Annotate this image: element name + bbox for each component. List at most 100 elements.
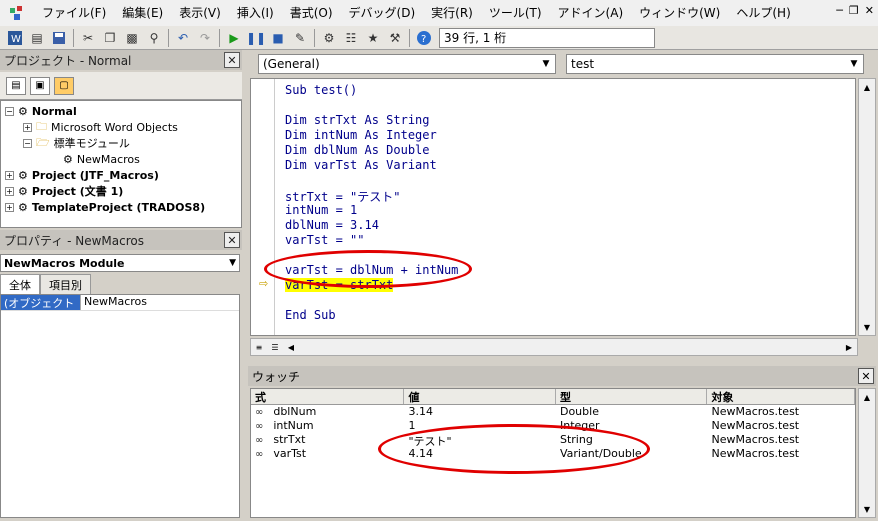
project-pane-toolbar: ▤ ▣ ▢: [0, 72, 242, 100]
chevron-down-icon[interactable]: ▼: [229, 258, 236, 268]
close-icon[interactable]: ✕: [865, 4, 874, 17]
code-line[interactable]: varTst = "": [285, 233, 364, 247]
expand-icon[interactable]: +: [5, 170, 14, 180]
menu-insert[interactable]: 挿入(I): [229, 0, 282, 26]
chevron-down-icon[interactable]: ▼: [847, 57, 861, 71]
menu-debug[interactable]: デバッグ(D): [341, 0, 424, 26]
break-icon[interactable]: ❚❚: [245, 27, 267, 49]
cursor-position-display: 39 行, 1 桁: [439, 27, 655, 48]
current-execution-line[interactable]: varTst = strTxt: [285, 278, 394, 292]
watch-row[interactable]: ∞ strTxt "テスト" String NewMacros.test: [251, 433, 855, 448]
toolbar-separator: [73, 28, 74, 47]
scroll-right-icon[interactable]: ▶: [841, 339, 857, 355]
column-header-type[interactable]: 型: [556, 389, 708, 404]
code-line[interactable]: dblNum = 3.14: [285, 218, 379, 232]
minimize-icon[interactable]: ─: [836, 4, 843, 17]
project-explorer-icon[interactable]: ⚙: [318, 27, 340, 49]
tree-item-standard-modules[interactable]: − 🗁 標準モジュール: [23, 135, 130, 151]
close-icon[interactable]: ✕: [224, 232, 240, 248]
run-icon[interactable]: ▶: [223, 27, 245, 49]
code-line[interactable]: Dim intNum As Integer: [285, 128, 437, 142]
find-icon[interactable]: ⚲: [143, 27, 165, 49]
code-line[interactable]: Sub test(): [285, 83, 357, 97]
tree-item-label: Project (JTF_Macros): [31, 168, 159, 182]
design-mode-icon[interactable]: ✎: [289, 27, 311, 49]
menu-addins[interactable]: アドイン(A): [550, 0, 632, 26]
help-icon[interactable]: ?: [413, 27, 435, 49]
tree-item-document1[interactable]: + ⚙ Project (文書 1): [5, 183, 123, 199]
procedure-view-icon[interactable]: ≡: [251, 339, 267, 355]
close-icon[interactable]: ✕: [224, 52, 240, 68]
code-margin[interactable]: [251, 79, 275, 335]
menu-file[interactable]: ファイル(F): [34, 0, 114, 26]
collapse-icon[interactable]: −: [23, 138, 32, 148]
property-value[interactable]: NewMacros: [81, 295, 147, 310]
view-object-icon[interactable]: ▣: [30, 76, 50, 95]
scroll-down-icon[interactable]: ▼: [859, 319, 875, 335]
object-select[interactable]: NewMacros Module ▼: [0, 254, 240, 272]
toggle-folders-icon[interactable]: ▢: [54, 76, 74, 95]
word-icon[interactable]: W: [4, 27, 26, 49]
tab-alphabetic[interactable]: 全体: [0, 274, 40, 294]
object-combo[interactable]: (General) ▼: [258, 54, 556, 74]
view-code-icon[interactable]: ▤: [6, 76, 26, 95]
vba-app-icon[interactable]: [6, 2, 28, 24]
code-line[interactable]: End Sub: [285, 308, 336, 322]
cut-icon[interactable]: ✂: [77, 27, 99, 49]
toolbox-icon[interactable]: ⚒: [384, 27, 406, 49]
scroll-up-icon[interactable]: ▲: [859, 389, 875, 405]
code-line[interactable]: Dim dblNum As Double: [285, 143, 430, 157]
menu-edit[interactable]: 編集(E): [114, 0, 171, 26]
menu-window[interactable]: ウィンドウ(W): [631, 0, 728, 26]
menu-help[interactable]: ヘルプ(H): [728, 0, 798, 26]
code-vertical-scrollbar[interactable]: ▲ ▼: [858, 78, 876, 336]
restore-icon[interactable]: ❐: [849, 4, 859, 17]
object-browser-icon[interactable]: ★: [362, 27, 384, 49]
code-editor[interactable]: ⇨ Sub test() Dim strTxt As String Dim in…: [250, 78, 856, 336]
full-module-view-icon[interactable]: ☰: [267, 339, 283, 355]
watch-row[interactable]: ∞ intNum 1 Integer NewMacros.test: [251, 419, 855, 433]
scroll-up-icon[interactable]: ▲: [859, 79, 875, 95]
scroll-left-icon[interactable]: ◀: [283, 339, 299, 355]
expand-icon[interactable]: +: [5, 186, 14, 196]
tab-categorized[interactable]: 項目別: [40, 274, 91, 294]
properties-window-icon[interactable]: ☷: [340, 27, 362, 49]
tree-item-newmacros[interactable]: ⚙ NewMacros: [63, 151, 140, 167]
tree-item-template-project[interactable]: + ⚙ TemplateProject (TRADOS8): [5, 199, 205, 215]
column-header-value[interactable]: 値: [404, 389, 556, 404]
module-icon: ⚙: [63, 152, 73, 166]
window-controls: ─ ❐ ✕: [836, 4, 874, 17]
menu-run[interactable]: 実行(R): [423, 0, 481, 26]
code-line[interactable]: Dim varTst As Variant: [285, 158, 437, 172]
close-icon[interactable]: ✕: [858, 368, 874, 384]
watch-expression-cell: ∞ intNum: [251, 419, 404, 433]
watch-vertical-scrollbar[interactable]: ▲ ▼: [858, 388, 876, 518]
menu-format[interactable]: 書式(O): [282, 0, 341, 26]
procedure-combo[interactable]: test ▼: [566, 54, 864, 74]
chevron-down-icon[interactable]: ▼: [539, 57, 553, 71]
save-icon[interactable]: [48, 27, 70, 49]
column-header-context[interactable]: 対象: [707, 389, 855, 404]
copy-icon[interactable]: ❐: [99, 27, 121, 49]
watch-row[interactable]: ∞ dblNum 3.14 Double NewMacros.test: [251, 405, 855, 419]
code-line[interactable]: Dim strTxt As String: [285, 113, 430, 127]
redo-icon[interactable]: ↷: [194, 27, 216, 49]
insert-userform-icon[interactable]: ▤: [26, 27, 48, 49]
code-line[interactable]: varTst = dblNum + intNum: [285, 263, 458, 277]
column-header-expression[interactable]: 式: [251, 389, 405, 404]
code-line[interactable]: intNum = 1: [285, 203, 357, 217]
collapse-icon[interactable]: −: [5, 106, 14, 116]
expand-icon[interactable]: +: [5, 202, 14, 212]
paste-icon[interactable]: ▩: [121, 27, 143, 49]
menu-view[interactable]: 表示(V): [171, 0, 229, 26]
tree-item-jtf-macros[interactable]: + ⚙ Project (JTF_Macros): [5, 167, 159, 183]
watch-table: 式 値 型 対象 ∞ dblNum 3.14 Double NewMacros.t…: [250, 388, 856, 518]
expand-icon[interactable]: +: [23, 122, 32, 132]
scroll-down-icon[interactable]: ▼: [859, 501, 875, 517]
property-row[interactable]: (オブジェクト名) NewMacros: [1, 295, 239, 326]
project-pane-title-text: プロジェクト - Normal: [4, 53, 132, 68]
reset-icon[interactable]: ■: [267, 27, 289, 49]
undo-icon[interactable]: ↶: [172, 27, 194, 49]
watch-row[interactable]: ∞ varTst 4.14 Variant/Double NewMacros.te…: [251, 447, 855, 461]
menu-tools[interactable]: ツール(T): [481, 0, 550, 26]
